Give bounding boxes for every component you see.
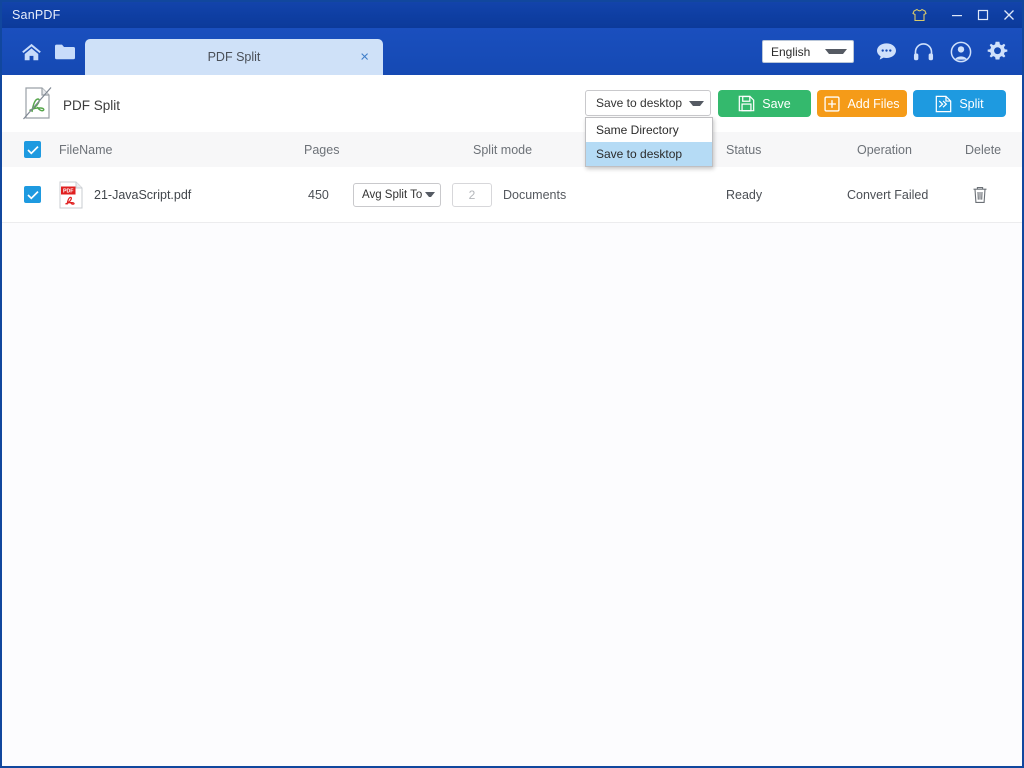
tab-label: PDF Split: [207, 50, 261, 64]
split-button[interactable]: Split: [913, 90, 1006, 117]
action-bar: PDF Split Save to desktop Same Directory…: [2, 75, 1022, 167]
language-select-value: English: [771, 44, 811, 59]
column-header-split-mode: Split mode: [473, 142, 533, 157]
add-files-button[interactable]: Add Files: [817, 90, 907, 117]
minimize-button[interactable]: [944, 2, 970, 28]
language-select[interactable]: English: [762, 40, 854, 63]
save-to-select-value: Save to desktop: [596, 96, 683, 110]
headset-icon[interactable]: [907, 35, 940, 68]
select-all-checkbox[interactable]: [24, 132, 41, 167]
save-to-option-same-directory[interactable]: Same Directory: [586, 118, 712, 142]
toolbar-left-icons: [2, 28, 82, 75]
application-window: SanPDF PDF Split × English PDF Split Sav…: [0, 0, 1024, 768]
table-header: FileName Pages Split mode Status Operati…: [2, 132, 1022, 168]
window-controls: [906, 2, 1022, 28]
column-header-pages: Pages: [304, 142, 340, 157]
tshirt-icon[interactable]: [906, 2, 932, 28]
split-unit-label: Documents: [503, 187, 567, 202]
column-header-filename: FileName: [59, 142, 113, 157]
tab-close-icon[interactable]: ×: [360, 50, 369, 65]
row-status: Ready: [726, 187, 763, 202]
checkbox-checked-icon: [24, 186, 41, 203]
split-mode-select[interactable]: Avg Split To: [353, 182, 441, 207]
add-files-button-label: Add Files: [847, 96, 900, 111]
split-count-input[interactable]: 2: [452, 182, 492, 207]
trash-icon: [972, 186, 988, 204]
table-row[interactable]: PDF 21-JavaScript.pdf 450 Avg Split To 2…: [2, 167, 1022, 223]
row-operation[interactable]: Convert Failed: [847, 167, 928, 222]
chat-icon[interactable]: [870, 35, 903, 68]
column-header-operation: Operation: [857, 142, 912, 157]
row-split-mode-cell: Avg Split To 2 Documents: [353, 167, 566, 222]
column-header-delete: Delete: [965, 142, 1002, 157]
title-bar: SanPDF: [2, 2, 1022, 28]
chevron-down-icon: [689, 100, 704, 106]
save-to-dropdown: Save to desktop Same Directory Save to d…: [585, 90, 713, 167]
settings-icon[interactable]: [981, 35, 1014, 68]
tab-pdf-split[interactable]: PDF Split ×: [85, 39, 383, 75]
toolbar-right: English: [762, 28, 1014, 75]
empty-content-area: [2, 223, 1022, 766]
folder-icon[interactable]: [48, 35, 82, 69]
maximize-button[interactable]: [970, 2, 996, 28]
svg-text:PDF: PDF: [63, 188, 74, 194]
save-to-option-save-to-desktop[interactable]: Save to desktop: [586, 142, 712, 166]
chevron-down-icon: [424, 192, 435, 197]
close-button[interactable]: [996, 2, 1022, 28]
pdf-file-icon: PDF: [59, 181, 83, 209]
home-icon[interactable]: [14, 35, 48, 69]
checkbox-checked-icon: [24, 141, 41, 158]
chevron-down-icon: [824, 49, 848, 54]
page-title-group: PDF Split: [22, 86, 120, 125]
account-icon[interactable]: [944, 35, 977, 68]
app-title: SanPDF: [12, 8, 61, 22]
split-button-label: Split: [959, 96, 984, 111]
row-filename: 21-JavaScript.pdf: [94, 187, 192, 202]
column-header-status: Status: [726, 142, 762, 157]
split-mode-select-value: Avg Split To: [362, 188, 423, 201]
pdf-split-icon: [22, 86, 53, 125]
save-to-select[interactable]: Save to desktop: [585, 90, 711, 116]
row-checkbox[interactable]: [24, 167, 41, 222]
row-pages: 450: [308, 187, 329, 202]
save-button-label: Save: [762, 96, 791, 111]
tab-toolbar: PDF Split × English: [2, 28, 1022, 75]
page-title: PDF Split: [63, 98, 121, 113]
save-to-option-list: Same Directory Save to desktop: [585, 117, 713, 167]
row-delete-button[interactable]: [972, 167, 988, 222]
save-button[interactable]: Save: [718, 90, 811, 117]
row-filename-cell: PDF 21-JavaScript.pdf: [59, 167, 191, 222]
